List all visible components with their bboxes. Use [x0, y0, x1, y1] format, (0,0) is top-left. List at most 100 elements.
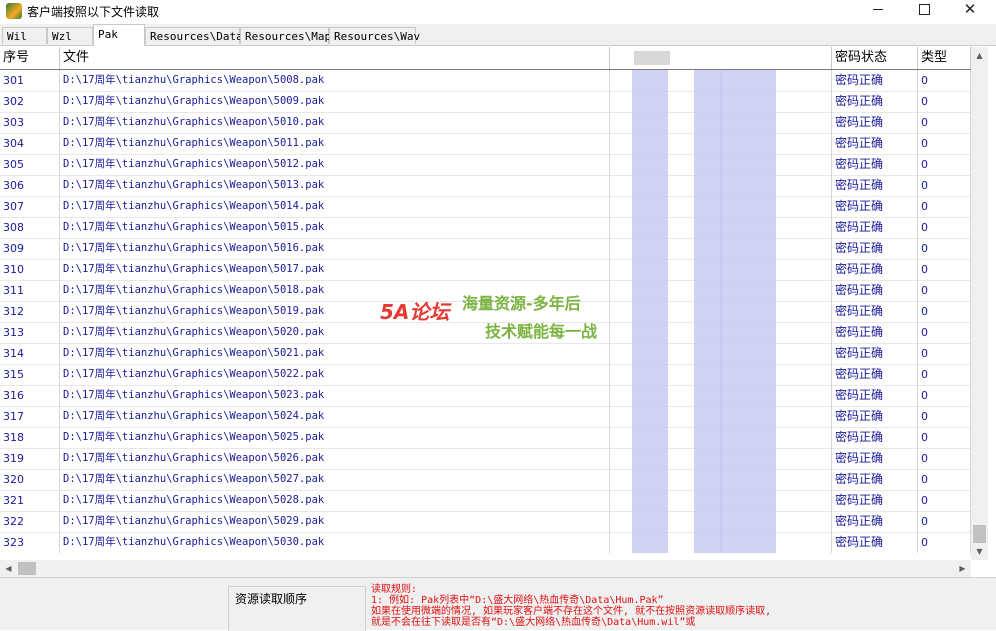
table-row[interactable]: 316 D:\17周年\tianzhu\Graphics\Weapon\5023.… [0, 385, 971, 407]
tab-wzl[interactable]: Wzl [47, 27, 93, 44]
header-password-status[interactable]: 密码状态 [832, 47, 918, 69]
header-file[interactable]: 文件 [60, 47, 610, 69]
redacted-block [632, 448, 668, 469]
table-row[interactable]: 306 D:\17周年\tianzhu\Graphics\Weapon\5013.… [0, 175, 971, 197]
redacted-block [632, 301, 668, 322]
close-button[interactable]: ✕ [947, 0, 993, 20]
table-row[interactable]: 320 D:\17周年\tianzhu\Graphics\Weapon\5027.… [0, 469, 971, 491]
redacted-block [632, 280, 668, 301]
redacted-block [632, 427, 668, 448]
redacted-block [694, 238, 722, 259]
row-file-path: D:\17周年\tianzhu\Graphics\Weapon\5018.pak [60, 280, 610, 301]
table-row[interactable]: 303 D:\17周年\tianzhu\Graphics\Weapon\5010.… [0, 112, 971, 134]
table-row[interactable]: 310 D:\17周年\tianzhu\Graphics\Weapon\5017.… [0, 259, 971, 281]
redacted-block [632, 385, 668, 406]
row-password-status: 密码正确 [832, 280, 918, 301]
header-type[interactable]: 类型 [918, 47, 971, 69]
table-row[interactable]: 323 D:\17周年\tianzhu\Graphics\Weapon\5030.… [0, 532, 971, 553]
row-type: 0 [918, 532, 971, 553]
header-blurred[interactable] [610, 47, 832, 69]
vertical-scrollbar[interactable]: ▲ ▼ [971, 47, 988, 560]
row-file-path: D:\17周年\tianzhu\Graphics\Weapon\5014.pak [60, 196, 610, 217]
redacted-block [720, 511, 776, 532]
redacted-block [694, 112, 722, 133]
row-number: 316 [0, 385, 60, 406]
row-blurred-cell [610, 70, 832, 91]
redacted-block [694, 70, 722, 91]
table-header: 序号 文件 密码状态 类型 [0, 47, 971, 70]
scroll-up-icon[interactable]: ▲ [971, 47, 988, 64]
redacted-block [632, 91, 668, 112]
row-file-path: D:\17周年\tianzhu\Graphics\Weapon\5023.pak [60, 385, 610, 406]
redacted-block [694, 385, 722, 406]
table-row[interactable]: 313 D:\17周年\tianzhu\Graphics\Weapon\5020.… [0, 322, 971, 344]
row-file-path: D:\17周年\tianzhu\Graphics\Weapon\5013.pak [60, 175, 610, 196]
redacted-block [694, 196, 722, 217]
scroll-left-icon[interactable]: ◀ [0, 560, 17, 577]
table-row[interactable]: 301 D:\17周年\tianzhu\Graphics\Weapon\5008.… [0, 70, 971, 92]
tab-pak[interactable]: Pak [93, 24, 145, 46]
redacted-block [720, 133, 776, 154]
row-number: 321 [0, 490, 60, 511]
row-number: 318 [0, 427, 60, 448]
vertical-scroll-thumb[interactable] [973, 525, 986, 543]
row-number: 312 [0, 301, 60, 322]
table-row[interactable]: 309 D:\17周年\tianzhu\Graphics\Weapon\5016.… [0, 238, 971, 260]
row-number: 317 [0, 406, 60, 427]
row-blurred-cell [610, 490, 832, 511]
row-password-status: 密码正确 [832, 238, 918, 259]
row-password-status: 密码正确 [832, 490, 918, 511]
table-row[interactable]: 302 D:\17周年\tianzhu\Graphics\Weapon\5009.… [0, 91, 971, 113]
redacted-block [694, 259, 722, 280]
row-blurred-cell [610, 511, 832, 532]
row-file-path: D:\17周年\tianzhu\Graphics\Weapon\5026.pak [60, 448, 610, 469]
row-type: 0 [918, 217, 971, 238]
maximize-button[interactable] [901, 0, 947, 20]
row-password-status: 密码正确 [832, 448, 918, 469]
row-blurred-cell [610, 133, 832, 154]
horizontal-scrollbar[interactable]: ◀ ▶ [0, 560, 971, 577]
table-row[interactable]: 317 D:\17周年\tianzhu\Graphics\Weapon\5024.… [0, 406, 971, 428]
table-row[interactable]: 307 D:\17周年\tianzhu\Graphics\Weapon\5014.… [0, 196, 971, 218]
table-row[interactable]: 322 D:\17周年\tianzhu\Graphics\Weapon\5029.… [0, 511, 971, 533]
table-row[interactable]: 319 D:\17周年\tianzhu\Graphics\Weapon\5026.… [0, 448, 971, 470]
redacted-block [720, 469, 776, 490]
row-file-path: D:\17周年\tianzhu\Graphics\Weapon\5024.pak [60, 406, 610, 427]
row-password-status: 密码正确 [832, 91, 918, 112]
table-row[interactable]: 308 D:\17周年\tianzhu\Graphics\Weapon\5015.… [0, 217, 971, 239]
row-type: 0 [918, 259, 971, 280]
row-blurred-cell [610, 532, 832, 553]
tab-resources-map[interactable]: Resources\Map [240, 27, 331, 44]
header-no[interactable]: 序号 [0, 47, 60, 69]
horizontal-scroll-thumb[interactable] [18, 562, 36, 575]
scroll-down-icon[interactable]: ▼ [971, 543, 988, 560]
table-row[interactable]: 318 D:\17周年\tianzhu\Graphics\Weapon\5025.… [0, 427, 971, 449]
row-file-path: D:\17周年\tianzhu\Graphics\Weapon\5017.pak [60, 259, 610, 280]
table-row[interactable]: 304 D:\17周年\tianzhu\Graphics\Weapon\5011.… [0, 133, 971, 155]
row-password-status: 密码正确 [832, 469, 918, 490]
row-blurred-cell [610, 301, 832, 322]
table-row[interactable]: 314 D:\17周年\tianzhu\Graphics\Weapon\5021.… [0, 343, 971, 365]
redacted-block [720, 322, 776, 343]
redacted-block [632, 511, 668, 532]
table-row[interactable]: 305 D:\17周年\tianzhu\Graphics\Weapon\5012.… [0, 154, 971, 176]
scroll-right-icon[interactable]: ▶ [954, 560, 971, 577]
tab-wil[interactable]: Wil [2, 27, 47, 44]
row-type: 0 [918, 322, 971, 343]
tab-resources-wav[interactable]: Resources\Wav [329, 27, 420, 44]
minimize-button[interactable] [855, 0, 901, 20]
row-password-status: 密码正确 [832, 175, 918, 196]
redacted-block [632, 70, 668, 91]
table-row[interactable]: 311 D:\17周年\tianzhu\Graphics\Weapon\5018.… [0, 280, 971, 302]
tab-resources-data[interactable]: Resources\Data [145, 27, 243, 44]
row-file-path: D:\17周年\tianzhu\Graphics\Weapon\5016.pak [60, 238, 610, 259]
redacted-block [632, 364, 668, 385]
redacted-block [694, 343, 722, 364]
table-row[interactable]: 321 D:\17周年\tianzhu\Graphics\Weapon\5028.… [0, 490, 971, 512]
row-password-status: 密码正确 [832, 112, 918, 133]
redacted-block [632, 532, 668, 553]
table-row[interactable]: 312 D:\17周年\tianzhu\Graphics\Weapon\5019.… [0, 301, 971, 323]
row-type: 0 [918, 196, 971, 217]
table-row[interactable]: 315 D:\17周年\tianzhu\Graphics\Weapon\5022.… [0, 364, 971, 386]
row-blurred-cell [610, 448, 832, 469]
